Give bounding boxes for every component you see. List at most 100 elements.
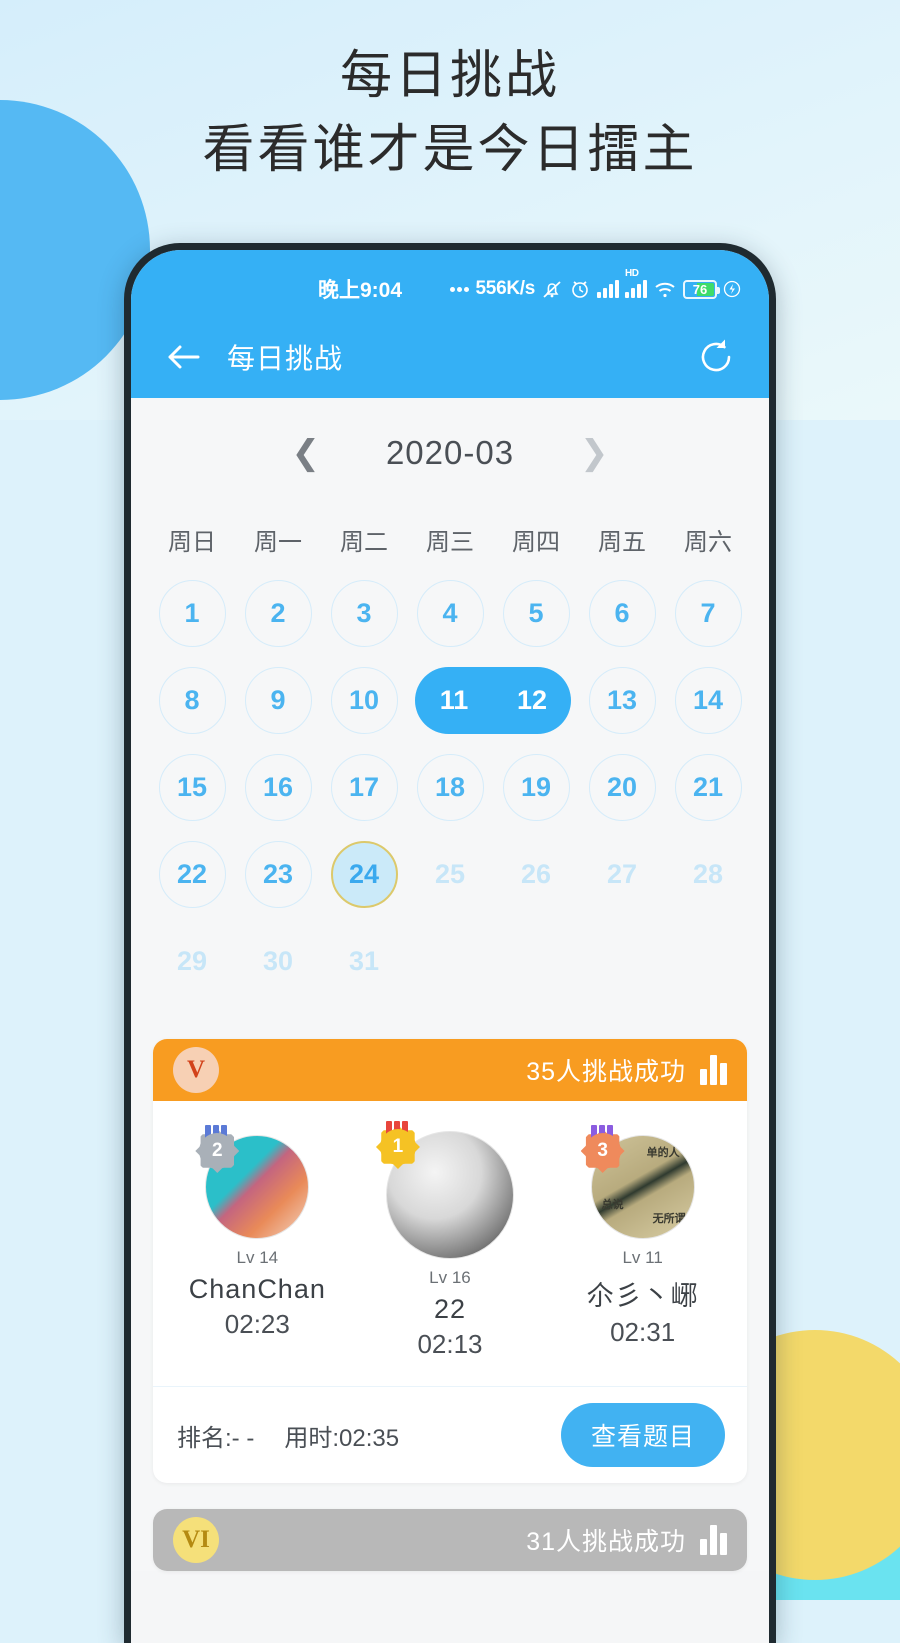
calendar-day-cell[interactable]: 6 (579, 570, 665, 657)
alarm-clock-icon (569, 278, 591, 300)
bar-chart-icon[interactable] (700, 1525, 727, 1555)
calendar-day-cell (579, 918, 665, 1005)
player-time: 02:23 (224, 1309, 290, 1339)
calendar-day-cell[interactable]: 31 (321, 918, 407, 1005)
medal-rank-number: 1 (379, 1129, 416, 1165)
app-bar: 每日挑战 (131, 316, 769, 398)
calendar-week-row: 15 16 17 18 19 20 21 (149, 744, 751, 831)
calendar-day-today[interactable]: 24 (330, 841, 398, 908)
calendar-weekday: 周五 (579, 508, 665, 570)
calendar-day-cell[interactable]: 22 (149, 831, 235, 918)
calendar-day[interactable]: 6 (588, 580, 656, 647)
calendar-day-cell[interactable]: 19 (493, 744, 579, 831)
level-badge-icon: VI (173, 1517, 219, 1563)
calendar-day-cell[interactable]: 30 (235, 918, 321, 1005)
calendar-day[interactable]: 18 (416, 754, 484, 821)
calendar-day-empty (589, 928, 656, 995)
calendar-day-cell[interactable]: 16 (235, 744, 321, 831)
calendar-day-cell[interactable]: 3 (321, 570, 407, 657)
wifi-icon (653, 279, 677, 299)
calendar-weekday-header: 周日 周一 周二 周三 周四 周五 周六 (149, 508, 751, 570)
calendar-day-selected[interactable]: 12 (493, 685, 571, 716)
calendar-day-selected[interactable]: 11 (415, 685, 493, 716)
network-speed-label: 556K/s (475, 278, 536, 299)
calendar-day[interactable]: 7 (674, 580, 742, 647)
player-name: 尒彡丶峫 (586, 1281, 699, 1311)
calendar-day-cell[interactable]: 1 (149, 570, 235, 657)
calendar-day-cell[interactable]: 9 (235, 657, 321, 744)
calendar-day-cell[interactable]: 7 (665, 570, 751, 657)
calendar-day-cell[interactable]: 20 (579, 744, 665, 831)
challenge-card[interactable]: V 35人挑战成功 2 Lv 14 ChanChan 02:23 1 Lv 16 22 02:13… (153, 1039, 747, 1483)
arrow-left-icon[interactable] (161, 343, 207, 371)
my-rank-label: 排名:- - (177, 1424, 255, 1452)
calendar-day[interactable]: 2 (244, 580, 312, 647)
calendar-day[interactable]: 19 (502, 754, 570, 821)
calendar-day-cell[interactable]: 26 (493, 831, 579, 918)
calendar-day[interactable]: 8 (158, 667, 226, 734)
podium-item[interactable]: 单的人 总说 无所谓 3 Lv 11 尒彡丶峫 02:31 (547, 1125, 738, 1348)
challenge-card[interactable]: VI 31人挑战成功 (153, 1509, 747, 1571)
calendar-weekday-label: 周三 (426, 528, 474, 556)
podium-item[interactable]: 2 Lv 14 ChanChan 02:23 (162, 1125, 353, 1340)
calendar-day[interactable]: 23 (244, 841, 312, 908)
calendar-day[interactable]: 15 (158, 754, 226, 821)
calendar-day-cell[interactable]: 13 (579, 657, 665, 744)
calendar-weekday-label: 周一 (254, 528, 302, 556)
headline-line-1: 每日挑战 (339, 47, 560, 105)
calendar-day[interactable]: 10 (330, 667, 398, 734)
status-bar: 晚上9:04 556K/s HD 76 (131, 250, 769, 316)
calendar-day-cell[interactable]: 18 (407, 744, 493, 831)
calendar-day[interactable]: 9 (244, 667, 312, 734)
phone-frame: 晚上9:04 556K/s HD 76 每日挑战 ❮ 2020-03 ❯ 周日 … (124, 243, 776, 1643)
calendar-selected-range[interactable]: 11 12 (415, 667, 571, 734)
chevron-right-icon[interactable]: ❯ (570, 430, 619, 476)
calendar-day-cell[interactable]: 27 (579, 831, 665, 918)
calendar-day-cell[interactable]: 25 (407, 831, 493, 918)
calendar-day-cell[interactable]: 29 (149, 918, 235, 1005)
calendar-weekday-label: 周四 (512, 528, 560, 556)
calendar-week-row: 22 23 24 25 26 27 28 (149, 831, 751, 918)
calendar-day-cell[interactable]: 10 (321, 657, 407, 744)
avatar-text: 总说 (601, 1199, 624, 1211)
bar-chart-icon[interactable] (700, 1055, 727, 1085)
calendar-day[interactable]: 20 (588, 754, 656, 821)
battery-level: 76 (692, 281, 708, 297)
calendar-day-empty (675, 928, 742, 995)
calendar-day[interactable]: 22 (158, 841, 226, 908)
calendar-day[interactable]: 14 (674, 667, 742, 734)
calendar-day-disabled: 30 (262, 946, 294, 976)
headline-line-2: 看看谁才是今日擂主 (202, 121, 698, 179)
calendar-day-cell[interactable]: 17 (321, 744, 407, 831)
hd-label: HD (625, 268, 639, 279)
calendar-day-cell[interactable]: 5 (493, 570, 579, 657)
calendar-day[interactable]: 1 (158, 580, 226, 647)
calendar-day[interactable]: 17 (330, 754, 398, 821)
calendar-day-cell[interactable]: 4 (407, 570, 493, 657)
challenge-card-header-right: 35人挑战成功 (526, 1052, 727, 1088)
calendar-day[interactable]: 21 (674, 754, 742, 821)
calendar-day[interactable]: 3 (330, 580, 398, 647)
calendar-day-cell[interactable]: 24 (321, 831, 407, 918)
view-questions-button[interactable]: 查看题目 (560, 1403, 725, 1467)
calendar-day-cell[interactable]: 15 (149, 744, 235, 831)
calendar-day-cell[interactable]: 14 (665, 657, 751, 744)
calendar-day[interactable]: 4 (416, 580, 484, 647)
calendar-day-cell[interactable]: 21 (665, 744, 751, 831)
calendar-day-disabled: 27 (606, 859, 638, 889)
calendar-day-empty (503, 928, 570, 995)
calendar-day-cell[interactable]: 8 (149, 657, 235, 744)
calendar-day-cell[interactable]: 2 (235, 570, 321, 657)
calendar-month-nav: ❮ 2020-03 ❯ (131, 398, 769, 508)
chevron-left-icon[interactable]: ❮ (281, 430, 330, 476)
level-badge-icon: V (173, 1047, 219, 1093)
calendar-day-disabled: 25 (434, 859, 466, 889)
calendar-day-cell[interactable]: 28 (665, 831, 751, 918)
calendar-day[interactable]: 16 (244, 754, 312, 821)
calendar-day[interactable]: 13 (588, 667, 656, 734)
calendar-day-cell[interactable]: 23 (235, 831, 321, 918)
calendar-day[interactable]: 5 (502, 580, 570, 647)
podium-item[interactable]: 1 Lv 16 22 02:13 (355, 1121, 546, 1360)
challenge-card-list: V 35人挑战成功 2 Lv 14 ChanChan 02:23 1 Lv 16 22 02:13… (131, 1021, 769, 1571)
refresh-icon[interactable] (693, 334, 739, 380)
